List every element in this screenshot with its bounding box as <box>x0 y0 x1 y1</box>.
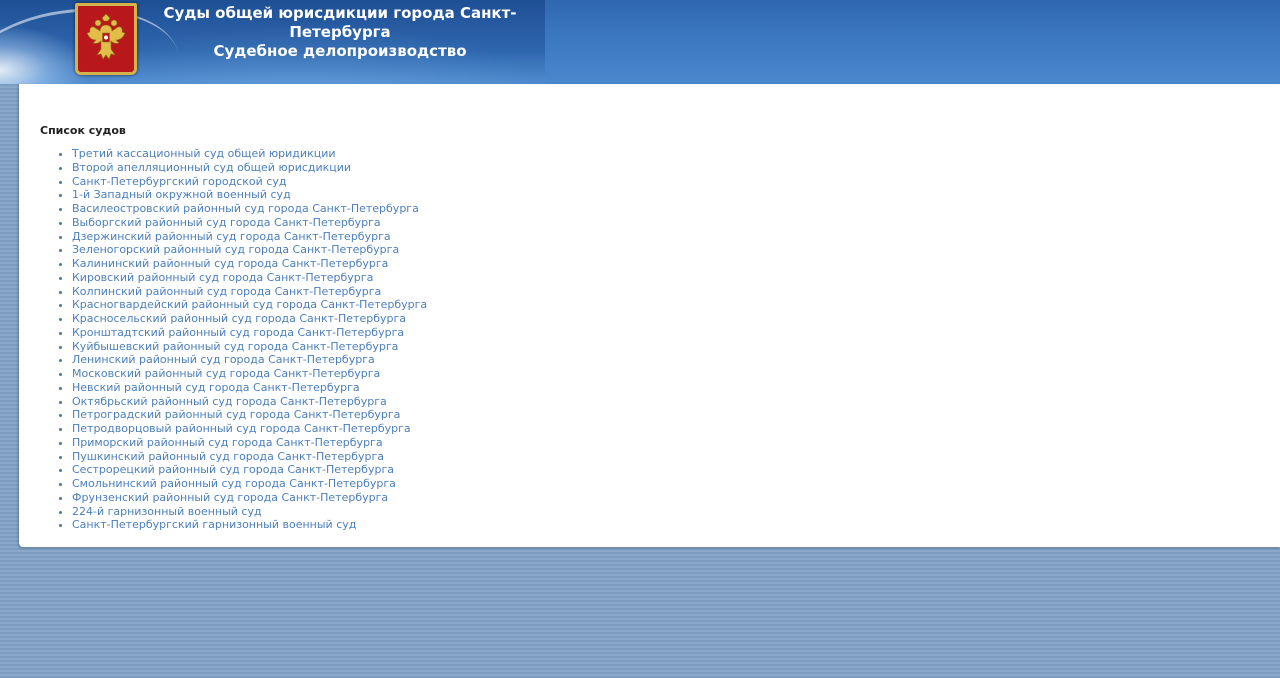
list-item: Санкт-Петербургский гарнизонный военный … <box>72 518 427 532</box>
list-item: 224-й гарнизонный военный суд <box>72 505 427 519</box>
court-link[interactable]: Красносельский районный суд города Санкт… <box>72 312 406 325</box>
list-item: Ленинский районный суд города Санкт-Пете… <box>72 353 427 367</box>
court-link[interactable]: Санкт-Петербургский городской суд <box>72 175 286 188</box>
list-item: Куйбышевский районный суд города Санкт-П… <box>72 340 427 354</box>
court-link[interactable]: Василеостровский районный суд города Сан… <box>72 202 419 215</box>
list-item: Санкт-Петербургский городской суд <box>72 175 427 189</box>
list-item: Октябрьский районный суд города Санкт-Пе… <box>72 395 427 409</box>
site-title: Суды общей юрисдикции города Санкт-Петер… <box>163 4 517 41</box>
courts-list: Третий кассационный суд общей юридикцииВ… <box>19 147 427 532</box>
list-item: Пушкинский районный суд города Санкт-Пет… <box>72 450 427 464</box>
list-item: Колпинский районный суд города Санкт-Пет… <box>72 285 427 299</box>
list-item: Петродворцовый районный суд города Санкт… <box>72 422 427 436</box>
list-item: Смольнинский районный суд города Санкт-П… <box>72 477 427 491</box>
list-item: Красносельский районный суд города Санкт… <box>72 312 427 326</box>
list-item: Дзержинский районный суд города Санкт-Пе… <box>72 230 427 244</box>
court-link[interactable]: Кронштадтский районный суд города Санкт-… <box>72 326 404 339</box>
list-item: Третий кассационный суд общей юридикции <box>72 147 427 161</box>
court-link[interactable]: Санкт-Петербургский гарнизонный военный … <box>72 518 356 531</box>
court-link[interactable]: Фрунзенский районный суд города Санкт-Пе… <box>72 491 388 504</box>
list-item: Выборгский районный суд города Санкт-Пет… <box>72 216 427 230</box>
court-link[interactable]: Смольнинский районный суд города Санкт-П… <box>72 477 396 490</box>
court-link[interactable]: Ленинский районный суд города Санкт-Пете… <box>72 353 375 366</box>
court-link[interactable]: Московский районный суд города Санкт-Пет… <box>72 367 380 380</box>
list-item: Второй апелляционный суд общей юрисдикци… <box>72 161 427 175</box>
list-item: Приморский районный суд города Санкт-Пет… <box>72 436 427 450</box>
list-item: Петроградский районный суд города Санкт-… <box>72 408 427 422</box>
court-link[interactable]: Сестрорецкий районный суд города Санкт-П… <box>72 463 394 476</box>
header-title: Суды общей юрисдикции города Санкт-Петер… <box>140 4 540 61</box>
court-link[interactable]: Красногвардейский районный суд города Са… <box>72 298 427 311</box>
court-link[interactable]: Выборгский районный суд города Санкт-Пет… <box>72 216 381 229</box>
courts-list-title: Список судов <box>40 124 126 137</box>
russian-coat-of-arms-icon <box>75 3 137 75</box>
court-link[interactable]: Третий кассационный суд общей юридикции <box>72 147 336 160</box>
content-panel: Список судов Третий кассационный суд общ… <box>19 84 1280 547</box>
court-link[interactable]: Второй апелляционный суд общей юрисдикци… <box>72 161 351 174</box>
court-link[interactable]: 224-й гарнизонный военный суд <box>72 505 262 518</box>
court-link[interactable]: Невский районный суд города Санкт-Петерб… <box>72 381 360 394</box>
list-item: Фрунзенский районный суд города Санкт-Пе… <box>72 491 427 505</box>
court-link[interactable]: Куйбышевский районный суд города Санкт-П… <box>72 340 398 353</box>
list-item: Красногвардейский районный суд города Са… <box>72 298 427 312</box>
court-link[interactable]: Приморский районный суд города Санкт-Пет… <box>72 436 383 449</box>
list-item: Невский районный суд города Санкт-Петерб… <box>72 381 427 395</box>
list-item: Зеленогорский районный суд города Санкт-… <box>72 243 427 257</box>
list-item: Василеостровский районный суд города Сан… <box>72 202 427 216</box>
court-link[interactable]: Колпинский районный суд города Санкт-Пет… <box>72 285 381 298</box>
list-item: Кронштадтский районный суд города Санкт-… <box>72 326 427 340</box>
court-link[interactable]: Дзержинский районный суд города Санкт-Пе… <box>72 230 391 243</box>
court-link[interactable]: Петродворцовый районный суд города Санкт… <box>72 422 411 435</box>
court-link[interactable]: Октябрьский районный суд города Санкт-Пе… <box>72 395 387 408</box>
list-item: Московский районный суд города Санкт-Пет… <box>72 367 427 381</box>
list-item: Калининский районный суд города Санкт-Пе… <box>72 257 427 271</box>
court-link[interactable]: Зеленогорский районный суд города Санкт-… <box>72 243 399 256</box>
site-subtitle: Судебное делопроизводство <box>213 42 467 60</box>
list-item: 1-й Западный окружной военный суд <box>72 188 427 202</box>
site-header: Суды общей юрисдикции города Санкт-Петер… <box>0 0 1280 84</box>
court-link[interactable]: Петроградский районный суд города Санкт-… <box>72 408 400 421</box>
list-item: Кировский районный суд города Санкт-Пете… <box>72 271 427 285</box>
court-link[interactable]: 1-й Западный окружной военный суд <box>72 188 291 201</box>
court-link[interactable]: Кировский районный суд города Санкт-Пете… <box>72 271 373 284</box>
list-item: Сестрорецкий районный суд города Санкт-П… <box>72 463 427 477</box>
court-link[interactable]: Пушкинский районный суд города Санкт-Пет… <box>72 450 384 463</box>
court-link[interactable]: Калининский районный суд города Санкт-Пе… <box>72 257 388 270</box>
